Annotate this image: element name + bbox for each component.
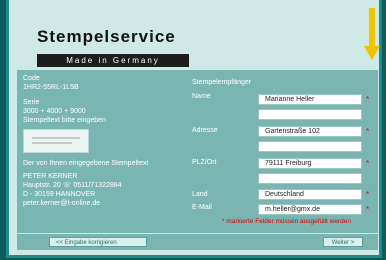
recipient-section-title: Stempelempfänger: [192, 79, 252, 86]
code-block: Code 1HR2-55RL-1L5B: [23, 74, 178, 92]
header: Stempelservice Made in Germany: [27, 18, 327, 67]
button-bar: << Eingabe korrigieren Weiter >: [17, 234, 378, 250]
address-line: PETER KERNER: [23, 173, 78, 180]
required-star: *: [366, 190, 370, 199]
next-button[interactable]: Weiter >: [323, 237, 363, 247]
down-arrow-icon: [364, 8, 380, 64]
stamp-preview-image: [23, 129, 89, 153]
back-button[interactable]: << Eingabe korrigieren: [49, 237, 147, 247]
page-subtitle: Made in Germany: [37, 54, 189, 67]
address-label: Adresse: [192, 127, 218, 134]
down-arrow-shaft: [369, 8, 375, 50]
order-summary: Code 1HR2-55RL-1L5B Serie 3000 + 4000 + …: [17, 70, 182, 233]
code-label: Code: [23, 75, 40, 82]
page-title: Stempelservice: [37, 27, 176, 46]
code-value: 1HR2-55RL-1L5B: [23, 84, 79, 91]
stamp-text-prompt: Stempeltext bitte eingeben: [23, 117, 106, 124]
series-block: Serie 3000 + 4000 + 9000 Stempeltext bit…: [23, 98, 178, 153]
required-star: *: [366, 95, 370, 104]
country-field[interactable]: Deutschland: [258, 189, 362, 200]
address-line: Hauptstr. 20 ☏ 0511/71322884: [23, 182, 122, 189]
entered-text-block: Der von Ihnen eingegebene Stempeltext PE…: [23, 159, 178, 208]
required-star: *: [366, 205, 370, 214]
required-star: *: [366, 159, 370, 168]
series-value: 3000 + 4000 + 9000: [23, 108, 86, 115]
address-line: D - 30159 HANNOVER: [23, 191, 96, 198]
address-extra-field[interactable]: [258, 141, 362, 152]
entered-text-label: Der von Ihnen eingegebene Stempeltext: [23, 160, 149, 167]
order-summary-content: Code 1HR2-55RL-1L5B Serie 3000 + 4000 + …: [23, 74, 178, 214]
content-panel: Code 1HR2-55RL-1L5B Serie 3000 + 4000 + …: [17, 70, 378, 233]
name-field[interactable]: Marianne Heller: [258, 94, 362, 105]
country-label: Land: [192, 191, 208, 198]
zip-city-label: PLZ/Ort: [192, 159, 217, 166]
series-label: Serie: [23, 99, 40, 106]
required-star: *: [366, 127, 370, 136]
address-field[interactable]: Gartenstraße 102: [258, 126, 362, 137]
down-arrow-head: [364, 46, 380, 60]
zip-city-extra-field[interactable]: [258, 173, 362, 184]
address-line: peter.kerner@t-online.de: [23, 200, 101, 207]
address-block: PETER KERNER Hauptstr. 20 ☏ 0511/7132288…: [23, 172, 178, 208]
required-fields-note: * markierte Felder müssen ausgefüllt wer…: [222, 218, 351, 225]
name-extra-field[interactable]: [258, 109, 362, 120]
email-label: E-Mail: [192, 204, 212, 211]
email-field[interactable]: m.heller@gmx.de: [258, 204, 362, 215]
recipient-form: Stempelempfänger Name Marianne Heller * …: [182, 70, 378, 233]
name-label: Name: [192, 93, 211, 100]
zip-city-field[interactable]: 79111 Freiburg: [258, 158, 362, 169]
